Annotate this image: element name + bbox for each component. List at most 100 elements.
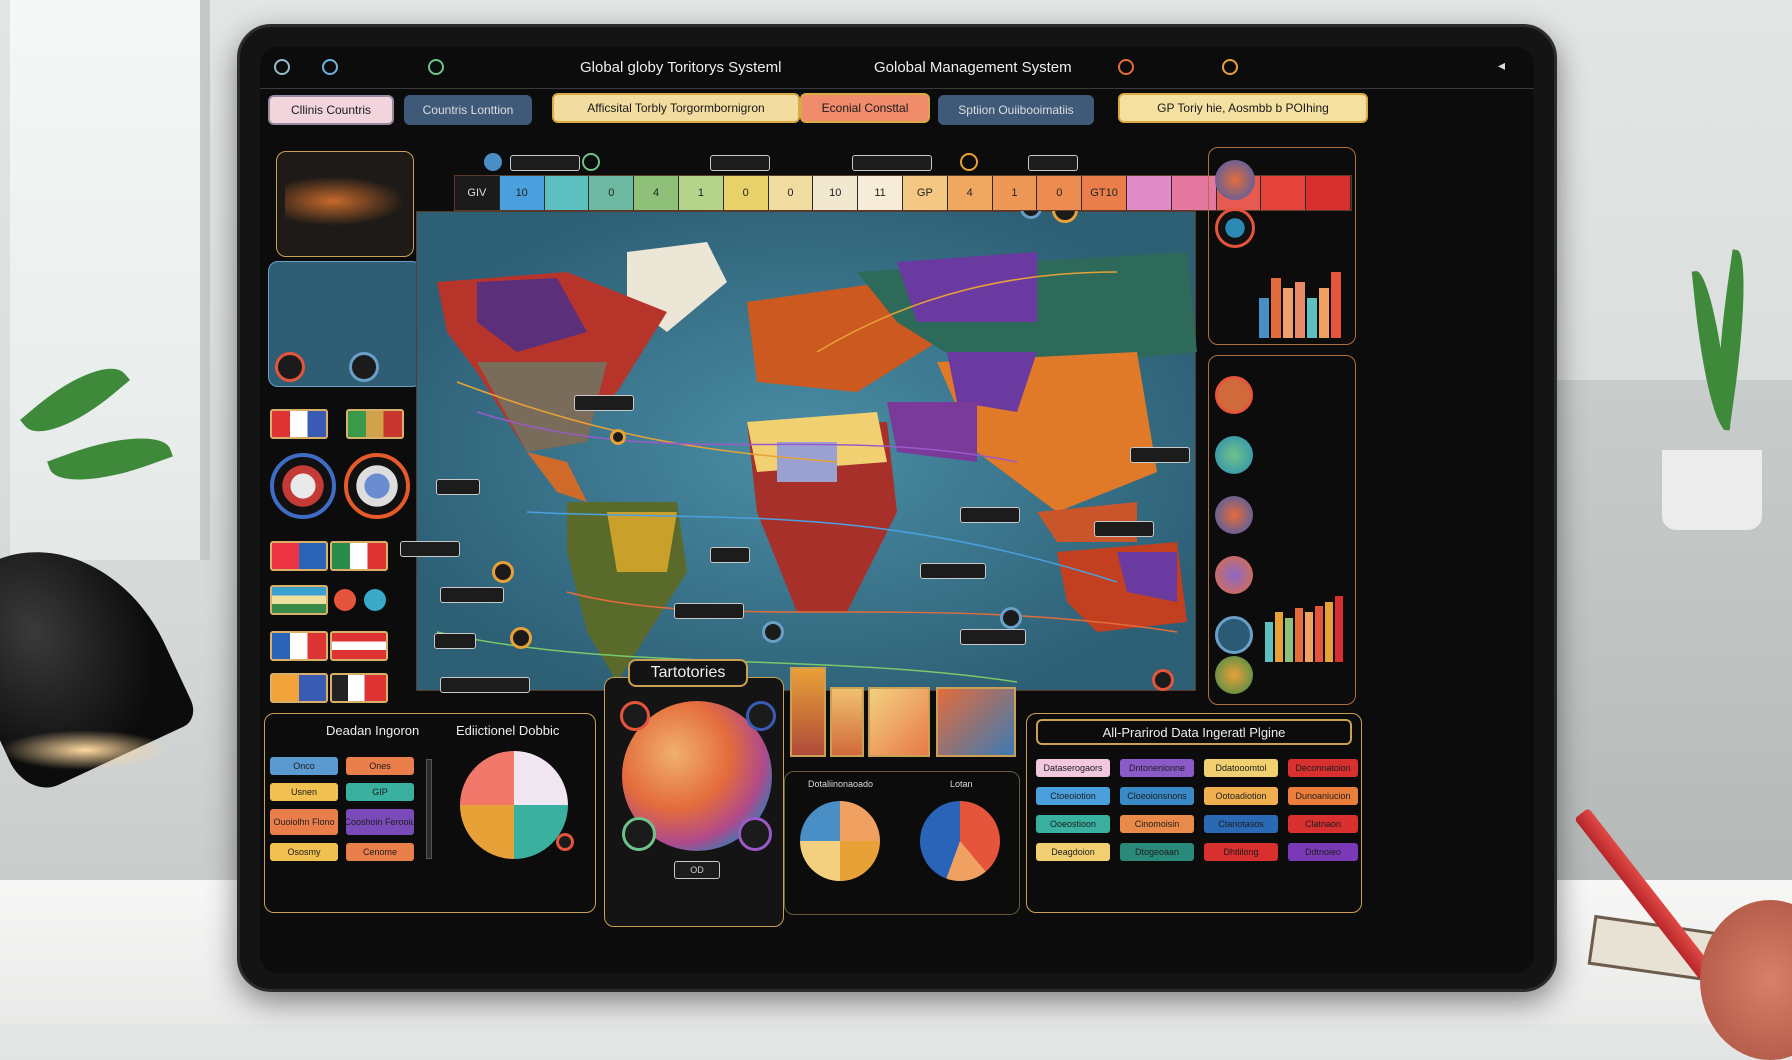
region-avatar[interactable] <box>1215 376 1253 414</box>
data-button[interactable]: Ctoeoiotion <box>1036 787 1110 805</box>
strip-cell[interactable]: 1 <box>678 176 724 210</box>
region-avatar[interactable] <box>1215 556 1253 594</box>
pie-chart[interactable] <box>920 801 1000 881</box>
territories-button[interactable]: OD <box>674 861 720 879</box>
map-label[interactable] <box>674 603 744 619</box>
menu-icon[interactable]: ◂ <box>1498 57 1505 74</box>
pie-chart[interactable] <box>460 751 568 859</box>
status-ring[interactable] <box>344 453 410 519</box>
region-avatar[interactable] <box>1215 616 1253 654</box>
strip-cell[interactable]: 0 <box>768 176 814 210</box>
profile-icon[interactable] <box>1222 59 1238 75</box>
scroll-slider[interactable] <box>426 759 432 859</box>
thumbnail-image[interactable] <box>830 687 864 757</box>
flag-tile[interactable] <box>330 673 388 703</box>
region-avatar[interactable] <box>1215 436 1253 474</box>
category-button[interactable]: Cenome <box>346 843 414 861</box>
filter-economic[interactable]: Econial Consttal <box>800 93 930 123</box>
settings-icon[interactable] <box>428 59 444 75</box>
region-avatar[interactable] <box>1215 656 1253 694</box>
strip-cell[interactable]: 11 <box>858 176 903 210</box>
territory-badge[interactable] <box>622 817 656 851</box>
data-button[interactable]: Ddatooomtol <box>1204 759 1278 777</box>
strip-cell[interactable]: 0 <box>723 176 769 210</box>
map-label[interactable] <box>440 587 504 603</box>
data-button[interactable]: Dunoaniucion <box>1288 787 1358 805</box>
status-ring[interactable] <box>270 453 336 519</box>
indicator-icon[interactable] <box>364 589 386 611</box>
region-avatar[interactable] <box>1215 496 1253 534</box>
category-button[interactable]: Ones <box>346 757 414 775</box>
data-button[interactable]: Dntonenionne <box>1120 759 1194 777</box>
map-label[interactable] <box>440 677 530 693</box>
category-button[interactable]: Usnen <box>270 783 338 801</box>
map-node[interactable] <box>349 352 379 382</box>
map-label[interactable] <box>400 541 460 557</box>
globe-icon[interactable] <box>322 59 338 75</box>
strip-cell[interactable]: GP <box>902 176 948 210</box>
map-label[interactable] <box>434 633 476 649</box>
filter-territory[interactable]: Afficsital Torbly Torgormbornigron <box>552 93 800 123</box>
category-button[interactable]: Onco <box>270 757 338 775</box>
map-label[interactable] <box>960 629 1026 645</box>
pie-chart[interactable] <box>800 801 880 881</box>
data-button[interactable]: Deconnatoion <box>1288 759 1358 777</box>
header-chip[interactable] <box>1028 155 1078 171</box>
data-button[interactable]: Ctanotasos <box>1204 815 1278 833</box>
strip-cell[interactable]: 10 <box>813 176 859 210</box>
category-button[interactable]: GIP <box>346 783 414 801</box>
indicator-icon[interactable] <box>334 589 356 611</box>
strip-cell[interactable]: 4 <box>947 176 993 210</box>
data-button[interactable]: Dataserogaors <box>1036 759 1110 777</box>
region-avatar[interactable] <box>1215 160 1255 200</box>
flag-tile[interactable] <box>270 541 328 571</box>
strip-cell[interactable]: 0 <box>1037 176 1083 210</box>
territory-badge[interactable] <box>620 701 650 731</box>
data-button[interactable]: Dtogeoaan <box>1120 843 1194 861</box>
globe-icon[interactable] <box>484 153 502 171</box>
territory-badge[interactable] <box>746 701 776 731</box>
map-node[interactable] <box>1152 669 1174 691</box>
data-button[interactable]: Ddtnoieo <box>1288 843 1358 861</box>
category-button[interactable]: Ouoiolhn Flono <box>270 809 338 835</box>
flag-tile[interactable] <box>330 631 388 661</box>
category-button[interactable]: Ososmy <box>270 843 338 861</box>
thumbnail-image[interactable] <box>936 687 1016 757</box>
filter-location[interactable]: Countris Lonttion <box>404 95 532 125</box>
flag-tile[interactable] <box>270 409 328 439</box>
alert-icon[interactable] <box>1118 59 1134 75</box>
map-label[interactable] <box>436 479 480 495</box>
territory-badge[interactable] <box>738 817 772 851</box>
thumbnail-image[interactable] <box>868 687 930 757</box>
category-button[interactable]: Cooshoin Ferooiu <box>346 809 414 835</box>
map-label[interactable] <box>574 395 634 411</box>
map-node[interactable] <box>556 833 574 851</box>
filter-options[interactable]: Sptiion Ouiibooimatiis <box>938 95 1094 125</box>
strip-cell[interactable] <box>544 176 590 210</box>
map-node[interactable] <box>762 621 784 643</box>
data-button[interactable]: Ootoadiotion <box>1204 787 1278 805</box>
strip-cell[interactable]: 10 <box>499 176 545 210</box>
data-button[interactable]: Cinomoisin <box>1120 815 1194 833</box>
flag-tile[interactable] <box>270 673 328 703</box>
header-chip[interactable] <box>510 155 580 171</box>
map-label[interactable] <box>1094 521 1154 537</box>
map-node[interactable] <box>492 561 514 583</box>
data-button[interactable]: Ooeostioon <box>1036 815 1110 833</box>
map-node[interactable] <box>1000 607 1022 629</box>
strip-cell[interactable]: GT10 <box>1082 176 1127 210</box>
map-label[interactable] <box>960 507 1020 523</box>
strip-cell[interactable]: GIV <box>455 176 500 210</box>
world-map[interactable] <box>416 211 1197 691</box>
data-button[interactable]: Clatnaon <box>1288 815 1358 833</box>
map-node[interactable] <box>610 429 626 445</box>
header-chip[interactable] <box>710 155 770 171</box>
header-chip[interactable] <box>852 155 932 171</box>
filter-countries[interactable]: Cllinis Countris <box>268 95 394 125</box>
thumbnail-image[interactable] <box>790 667 826 757</box>
flag-tile[interactable] <box>330 541 388 571</box>
strip-cell[interactable] <box>1126 176 1172 210</box>
flag-tile[interactable] <box>270 585 328 615</box>
back-icon[interactable] <box>274 59 290 75</box>
map-label[interactable] <box>920 563 986 579</box>
